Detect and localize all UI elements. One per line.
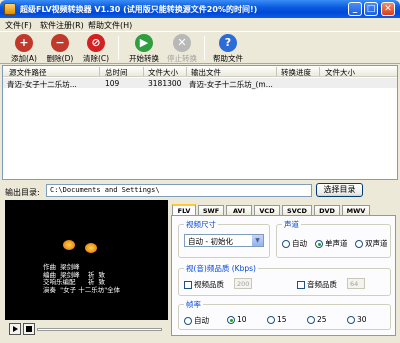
column-progress[interactable]: 转换进度 bbox=[281, 67, 311, 78]
video-size-select[interactable]: 自动 - 初始化 ▼ bbox=[184, 234, 264, 247]
minimize-button[interactable]: _ bbox=[348, 2, 362, 16]
fps-group: 帧率 自动 10 15 25 30 bbox=[178, 299, 391, 330]
column-separator[interactable] bbox=[319, 67, 320, 76]
video-quality-input[interactable]: 200 bbox=[234, 278, 252, 289]
cell-source: 青迈-女子十二乐坊... bbox=[7, 80, 77, 89]
channel-title: 声道 bbox=[282, 219, 301, 230]
flower-graphic bbox=[85, 243, 97, 253]
column-output[interactable]: 输出文件 bbox=[191, 67, 221, 78]
channel-stereo-radio[interactable]: 双声道 bbox=[355, 238, 388, 249]
maximize-button[interactable]: □ bbox=[364, 2, 378, 16]
title-bar: 超级FLV视频转换器 V1.30 (试用版只能转换源文件20%的时间!) _ □… bbox=[0, 0, 400, 18]
start-convert-icon: ▶ bbox=[135, 34, 153, 52]
toolbar-separator bbox=[204, 36, 205, 60]
format-tabs: FLV SWF AVI VCD SVCD DVD MWV 视频尺寸 自动 - 初… bbox=[171, 204, 396, 336]
stop-icon bbox=[26, 326, 32, 332]
chevron-down-icon[interactable]: ▼ bbox=[251, 235, 263, 246]
fps-auto-radio[interactable]: 自动 bbox=[184, 315, 209, 326]
video-credits: 作曲 梁剑峰 编曲 梁剑峰 祈 致 交响乐编配 祈 致 演奏 "女子 十二乐坊"… bbox=[43, 263, 121, 294]
quality-group: 视(音)频品质 (Kbps) 视频品质 200 音频品质 64 bbox=[178, 263, 391, 296]
column-out-size[interactable]: 文件大小 bbox=[325, 67, 355, 78]
column-duration[interactable]: 总时间 bbox=[105, 67, 128, 78]
audio-quality-input[interactable]: 64 bbox=[347, 278, 365, 289]
clear-icon: ⊘ bbox=[87, 34, 105, 52]
clear-button[interactable]: ⊘ 清除(C) bbox=[80, 34, 112, 64]
table-row[interactable]: 青迈-女子十二乐坊... 109 3181300 青迈-女子十二乐坊_(m... bbox=[3, 78, 397, 89]
cell-duration: 109 bbox=[105, 79, 120, 88]
menu-file[interactable]: 文件(F) bbox=[5, 20, 32, 31]
fps-10-radio[interactable]: 10 bbox=[227, 315, 247, 324]
help-icon: ? bbox=[219, 34, 237, 52]
column-separator[interactable] bbox=[99, 67, 100, 76]
stop-convert-button[interactable]: ✕ 停止转换 bbox=[166, 34, 198, 64]
add-button[interactable]: + 添加(A) bbox=[8, 34, 40, 64]
output-dir-label: 输出目录: bbox=[5, 188, 40, 197]
channel-group: 声道 自动 单声道 双声道 bbox=[276, 219, 391, 258]
video-preview: 作曲 梁剑峰 编曲 梁剑峰 祈 致 交响乐编配 祈 致 演奏 "女子 十二乐坊"… bbox=[5, 200, 168, 320]
fps-15-radio[interactable]: 15 bbox=[267, 315, 287, 324]
play-button[interactable] bbox=[9, 323, 21, 335]
video-size-value: 自动 - 初始化 bbox=[188, 237, 233, 246]
browse-dir-button[interactable]: 选择目录 bbox=[316, 183, 363, 197]
player-controls bbox=[5, 320, 168, 338]
delete-button[interactable]: − 删除(D) bbox=[44, 34, 76, 64]
close-button[interactable]: ✕ bbox=[381, 2, 395, 16]
output-dir-field[interactable]: C:\Documents and Settings\ bbox=[46, 184, 312, 197]
audio-quality-checkbox[interactable]: 音频品质 bbox=[297, 279, 337, 290]
cell-size: 3181300 bbox=[148, 79, 182, 88]
column-source-path[interactable]: 源文件路径 bbox=[9, 67, 47, 78]
channel-mono-radio[interactable]: 单声道 bbox=[315, 238, 348, 249]
flower-graphic bbox=[63, 240, 75, 250]
delete-file-icon: − bbox=[51, 34, 69, 52]
column-separator[interactable] bbox=[276, 67, 277, 76]
stop-convert-icon: ✕ bbox=[173, 34, 191, 52]
video-quality-checkbox[interactable]: 视频品质 bbox=[184, 279, 224, 290]
cell-output: 青迈-女子十二乐坊_(m... bbox=[189, 80, 273, 89]
column-separator[interactable] bbox=[186, 67, 187, 76]
fps-25-radio[interactable]: 25 bbox=[307, 315, 327, 324]
app-icon bbox=[4, 3, 16, 15]
menu-help[interactable]: 帮助文件(H) bbox=[88, 20, 132, 31]
start-convert-button[interactable]: ▶ 开始转换 bbox=[128, 34, 160, 64]
flv-settings-panel: 视频尺寸 自动 - 初始化 ▼ 声道 自动 单声道 双声道 视(音)频品质 (K… bbox=[171, 215, 396, 336]
toolbar-separator bbox=[118, 36, 119, 60]
video-size-group: 视频尺寸 自动 - 初始化 ▼ bbox=[178, 219, 270, 258]
file-list[interactable]: 源文件路径 总时间 文件大小 输出文件 转换进度 文件大小 青迈-女子十二乐坊.… bbox=[2, 65, 398, 180]
window-title: 超级FLV视频转换器 V1.30 (试用版只能转换源文件20%的时间!) bbox=[20, 5, 258, 14]
video-size-title: 视频尺寸 bbox=[184, 219, 218, 230]
file-list-header: 源文件路径 总时间 文件大小 输出文件 转换进度 文件大小 bbox=[3, 66, 397, 77]
column-size[interactable]: 文件大小 bbox=[148, 67, 178, 78]
seek-slider[interactable] bbox=[37, 328, 162, 331]
channel-auto-radio[interactable]: 自动 bbox=[282, 238, 307, 249]
fps-30-radio[interactable]: 30 bbox=[347, 315, 367, 324]
menu-bar: 文件(F) 软件注册(R) 帮助文件(H) bbox=[0, 18, 400, 31]
fps-title: 帧率 bbox=[184, 299, 203, 310]
help-button[interactable]: ? 帮助文件 bbox=[212, 34, 244, 64]
quality-title: 视(音)频品质 (Kbps) bbox=[184, 263, 258, 274]
column-separator[interactable] bbox=[143, 67, 144, 76]
stop-button[interactable] bbox=[23, 323, 35, 335]
play-icon bbox=[13, 326, 18, 332]
add-file-icon: + bbox=[15, 34, 33, 52]
menu-register[interactable]: 软件注册(R) bbox=[40, 20, 84, 31]
toolbar: + 添加(A) − 删除(D) ⊘ 清除(C) ▶ 开始转换 ✕ 停止转换 ? … bbox=[0, 31, 400, 64]
